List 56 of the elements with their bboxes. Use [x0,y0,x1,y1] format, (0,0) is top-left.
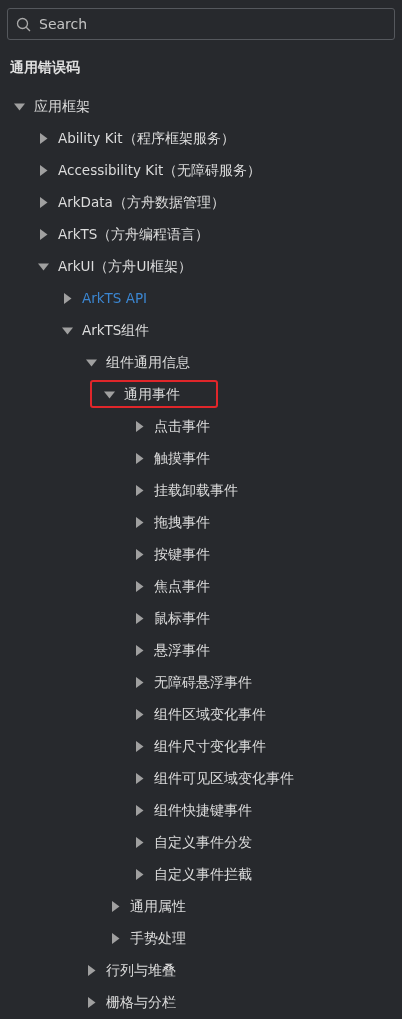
tree-item[interactable]: 组件可见区域变化事件 [128,764,300,793]
tree-item[interactable]: 鼠标事件 [128,604,216,633]
tree-item[interactable]: 点击事件 [128,412,216,441]
tree-item[interactable]: ArkTS组件 [56,316,156,345]
caret-right-icon[interactable] [62,292,73,304]
tree-item[interactable]: 组件区域变化事件 [128,700,272,729]
caret-right-icon[interactable] [134,612,145,624]
caret-right-icon[interactable] [110,900,121,912]
tree-item[interactable]: 手势处理 [104,924,192,953]
tree-item[interactable]: 组件通用信息 [80,348,196,377]
caret-right-icon[interactable] [134,868,145,880]
caret-right-icon[interactable] [134,484,145,496]
caret-right-icon[interactable] [134,644,145,656]
tree-item[interactable]: 悬浮事件 [128,636,216,665]
tree-item[interactable]: 自定义事件分发 [128,828,258,857]
caret-right-icon[interactable] [134,420,145,432]
tree-item[interactable]: 挂载卸载事件 [128,476,244,505]
caret-right-icon[interactable] [110,932,121,944]
caret-right-icon[interactable] [86,996,97,1008]
tree-item[interactable]: 通用事件 [90,380,218,409]
tree-item[interactable]: 应用框架 [8,92,96,121]
tree-item[interactable]: 组件尺寸变化事件 [128,732,272,761]
caret-right-icon[interactable] [38,164,49,176]
search-icon [16,17,31,32]
tree-item[interactable]: ArkTS（方舟编程语言） [32,220,216,249]
caret-right-icon[interactable] [134,548,145,560]
tree-item[interactable]: 触摸事件 [128,444,216,473]
caret-right-icon[interactable] [134,516,145,528]
caret-right-icon[interactable] [38,228,49,240]
tree-item[interactable]: 拖拽事件 [128,508,216,537]
caret-right-icon[interactable] [134,708,145,720]
tree-item[interactable]: 自定义事件拦截 [128,860,258,889]
caret-right-icon[interactable] [134,676,145,688]
tree-item[interactable]: 无障碍悬浮事件 [128,668,258,697]
caret-right-icon[interactable] [134,804,145,816]
tree-item[interactable]: 通用属性 [104,892,192,921]
caret-right-icon[interactable] [134,740,145,752]
caret-right-icon[interactable] [38,132,49,144]
caret-right-icon[interactable] [134,772,145,784]
tree-item[interactable]: ArkUI（方舟UI框架） [32,252,199,281]
tree-item[interactable]: 焦点事件 [128,572,216,601]
tree-link[interactable]: 通用错误码 [10,57,80,78]
caret-right-icon[interactable] [134,580,145,592]
search-field[interactable]: Search [7,8,395,40]
caret-right-icon[interactable] [134,836,145,848]
tree-item[interactable]: Accessibility Kit（无障碍服务） [32,156,268,185]
caret-right-icon[interactable] [134,452,145,464]
tree-item[interactable]: ArkTS API [56,284,154,313]
tree-item[interactable]: 组件快捷键事件 [128,796,258,825]
tree-item[interactable]: Ability Kit（程序框架服务） [32,124,241,153]
caret-right-icon[interactable] [38,196,49,208]
tree-item[interactable]: 按键事件 [128,540,216,569]
tree-item[interactable]: ArkData（方舟数据管理） [32,188,231,217]
tree-item[interactable]: 栅格与分栏 [80,988,182,1017]
caret-right-icon[interactable] [86,964,97,976]
tree-item[interactable]: 行列与堆叠 [80,956,182,985]
